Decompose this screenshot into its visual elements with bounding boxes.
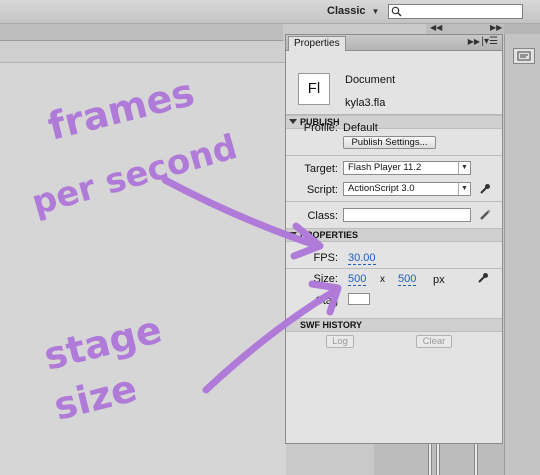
wrench-icon[interactable]: [477, 272, 489, 284]
expand-arrows-icon[interactable]: ▶▶: [490, 23, 502, 32]
fps-label: FPS:: [313, 252, 338, 264]
chevron-down-icon: ▼: [458, 183, 470, 195]
search-icon: [391, 6, 402, 17]
publish-section: Profile: Default Publish Settings... Tar…: [286, 121, 502, 241]
properties-section: FPS: 30.00 Size: 500 x 500 px Stag: [286, 243, 502, 323]
stage-area[interactable]: [0, 41, 286, 475]
stage-color-label: Stag: [315, 295, 338, 307]
disclosure-triangle-icon: [289, 232, 297, 237]
profile-value: Default: [343, 122, 378, 134]
search-input[interactable]: [388, 4, 523, 19]
class-input[interactable]: [343, 208, 471, 222]
chevron-down-icon: ▼: [458, 162, 470, 174]
divider: [436, 444, 440, 475]
document-name: kyla3.fla: [345, 97, 386, 109]
target-label: Target:: [304, 163, 338, 175]
document-info: Fl Document kyla3.fla: [286, 51, 502, 115]
stage-color-swatch[interactable]: [348, 293, 370, 305]
size-unit: px: [433, 274, 445, 286]
workspace-switcher[interactable]: Classic ▼: [327, 5, 379, 17]
properties-panel-icon: [517, 51, 531, 61]
pencil-icon[interactable]: [479, 209, 491, 221]
edit-bar: [0, 41, 286, 63]
target-select[interactable]: Flash Player 11.2 ▼: [343, 161, 471, 175]
workspace-label: Classic: [327, 5, 366, 17]
properties-panel: Properties ▶▶ |▾☰ Fl Document kyla3.fla …: [285, 34, 503, 444]
properties-section-header[interactable]: PROPERTIES: [286, 228, 502, 242]
height-value[interactable]: 500: [398, 273, 417, 286]
panel-menu-icon[interactable]: |▾☰: [481, 36, 498, 47]
collapse-arrows-icon[interactable]: ◀◀: [430, 23, 442, 32]
panel-collapse-bar[interactable]: ◀◀ ▶▶: [426, 23, 504, 34]
dock-collapse-bar[interactable]: [504, 24, 540, 34]
tab-properties[interactable]: Properties: [288, 36, 346, 51]
divider: [286, 155, 502, 156]
side-dock: [504, 34, 540, 475]
log-button[interactable]: Log: [326, 335, 354, 348]
divider: [286, 268, 502, 269]
width-value[interactable]: 500: [348, 273, 367, 286]
panel-collapse-icon[interactable]: ▶▶: [468, 37, 480, 46]
fps-value[interactable]: 30.00: [348, 252, 376, 265]
publish-settings-button[interactable]: Publish Settings...: [343, 136, 436, 149]
target-value: Flash Player 11.2: [348, 162, 422, 173]
class-label: Class:: [307, 210, 338, 222]
script-select[interactable]: ActionScript 3.0 ▼: [343, 182, 471, 196]
divider: [286, 201, 502, 202]
chevron-down-icon: ▼: [371, 7, 380, 16]
divider: [428, 444, 432, 475]
swf-history-heading: SWF HISTORY: [300, 320, 363, 330]
timeline-strip: [374, 444, 504, 475]
size-label: Size:: [313, 273, 338, 285]
divider: [474, 444, 478, 475]
clear-button[interactable]: Clear: [416, 335, 452, 348]
wrench-icon[interactable]: [479, 183, 491, 195]
script-label: Script:: [306, 184, 338, 196]
document-type: Document: [345, 74, 396, 86]
properties-dock-icon[interactable]: [513, 48, 535, 64]
swf-history-header[interactable]: SWF HISTORY: [286, 318, 502, 332]
profile-label: Profile:: [303, 122, 338, 134]
size-separator: x: [380, 274, 385, 285]
document-tab-strip: [0, 24, 283, 41]
panel-header: Properties ▶▶ |▾☰: [286, 35, 502, 51]
flash-file-icon: Fl: [298, 73, 330, 105]
properties-heading: PROPERTIES: [300, 230, 359, 240]
application-bar: Classic ▼: [0, 0, 540, 24]
script-value: ActionScript 3.0: [348, 183, 415, 194]
